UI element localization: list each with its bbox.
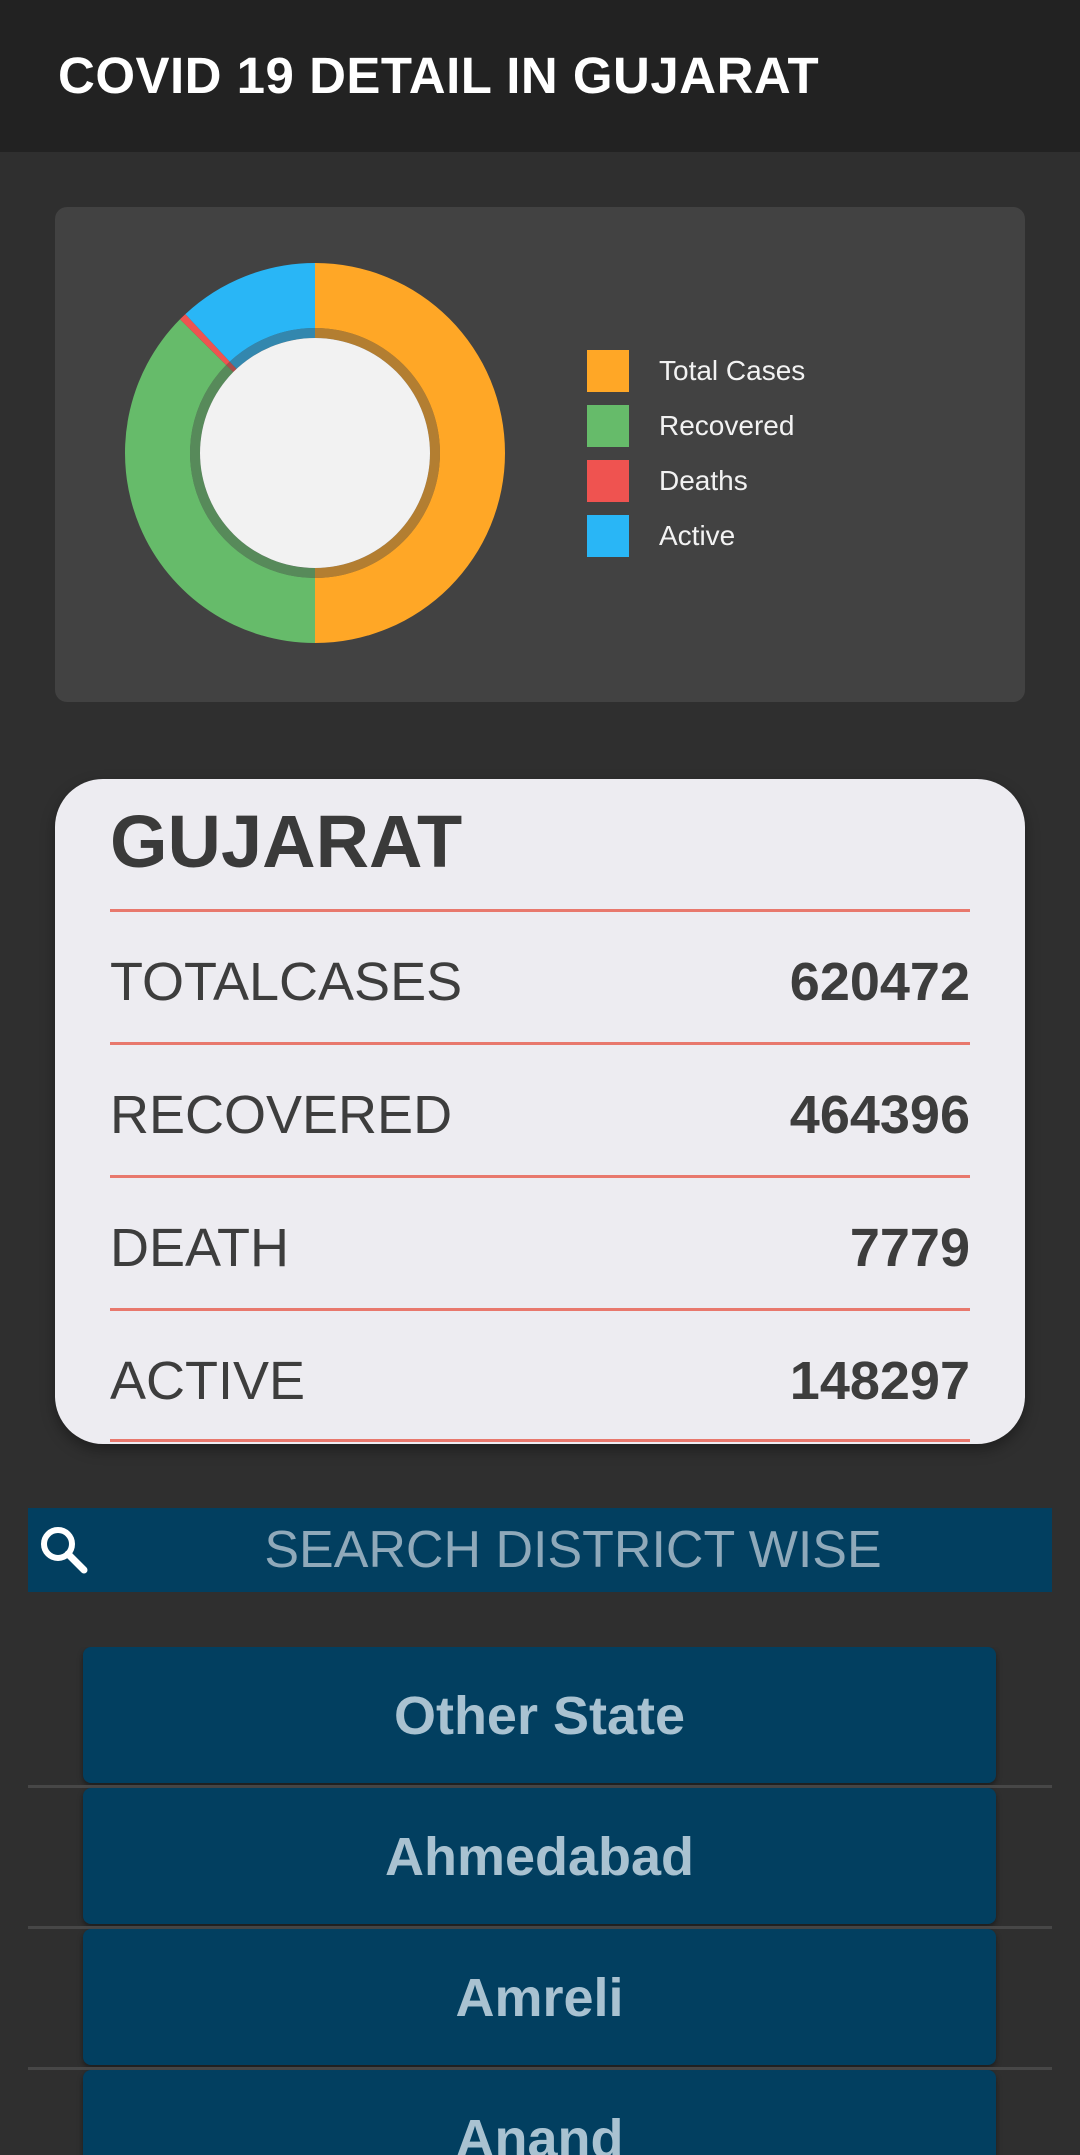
district-list: Other State Ahmedabad Amreli Anand <box>0 1647 1080 2155</box>
page-title: COVID 19 DETAIL IN GUJARAT <box>58 47 820 104</box>
list-item: Other State <box>28 1647 1052 1788</box>
district-label: Anand <box>455 2109 624 2155</box>
district-button-other-state[interactable]: Other State <box>83 1647 996 1783</box>
legend-swatch <box>587 460 629 502</box>
state-stats-card: GUJARAT TOTALCASES 620472 RECOVERED 4643… <box>55 779 1025 1444</box>
legend-label: Recovered <box>659 410 795 441</box>
list-item: Anand <box>28 2070 1052 2155</box>
app-bar: COVID 19 DETAIL IN GUJARAT <box>0 0 1080 152</box>
legend-swatch <box>587 405 629 447</box>
legend-item-deaths: Deaths <box>587 460 887 502</box>
stat-row-death: DEATH 7779 <box>110 1175 970 1308</box>
state-name: GUJARAT <box>110 800 463 883</box>
district-label: Amreli <box>455 1968 624 2028</box>
district-label: Ahmedabad <box>384 1827 695 1887</box>
stat-row-active: ACTIVE 148297 <box>110 1308 970 1442</box>
legend-item-active: Active <box>587 515 887 557</box>
stat-label: TOTALCASES <box>110 952 463 1012</box>
divider <box>110 1175 970 1178</box>
list-item: Ahmedabad <box>28 1788 1052 1929</box>
legend-label: Deaths <box>659 465 748 496</box>
legend-swatch <box>587 515 629 557</box>
stat-row-recovered: RECOVERED 464396 <box>110 1042 970 1175</box>
legend-swatch <box>587 350 629 392</box>
stat-value: 148297 <box>789 1351 970 1411</box>
legend-item-total-cases: Total Cases <box>587 350 887 392</box>
legend-label: Total Cases <box>659 355 806 386</box>
search-icon[interactable] <box>34 1520 94 1580</box>
district-button-amreli[interactable]: Amreli <box>83 1929 996 2065</box>
donut-hole <box>200 338 430 568</box>
divider <box>110 1439 970 1442</box>
district-button-ahmedabad[interactable]: Ahmedabad <box>83 1788 996 1924</box>
legend-label: Active <box>659 520 736 551</box>
district-button-anand[interactable]: Anand <box>83 2070 996 2155</box>
divider <box>110 1308 970 1311</box>
list-item: Amreli <box>28 1929 1052 2070</box>
district-label: Other State <box>393 1686 686 1746</box>
legend-item-recovered: Recovered <box>587 405 887 447</box>
stat-label: ACTIVE <box>110 1351 306 1411</box>
donut-chart <box>125 263 505 643</box>
stat-value: 620472 <box>789 952 970 1012</box>
stat-row-total-cases: TOTALCASES 620472 <box>110 909 970 1042</box>
stat-label: DEATH <box>110 1218 290 1278</box>
stat-value: 464396 <box>789 1085 970 1145</box>
search-input[interactable] <box>108 1508 1038 1592</box>
divider <box>110 909 970 912</box>
district-search-bar[interactable] <box>28 1508 1052 1592</box>
chart-card: Total Cases Recovered Deaths Active <box>55 207 1025 702</box>
stat-label: RECOVERED <box>110 1085 453 1145</box>
stat-value: 7779 <box>849 1218 970 1278</box>
divider <box>110 1042 970 1045</box>
